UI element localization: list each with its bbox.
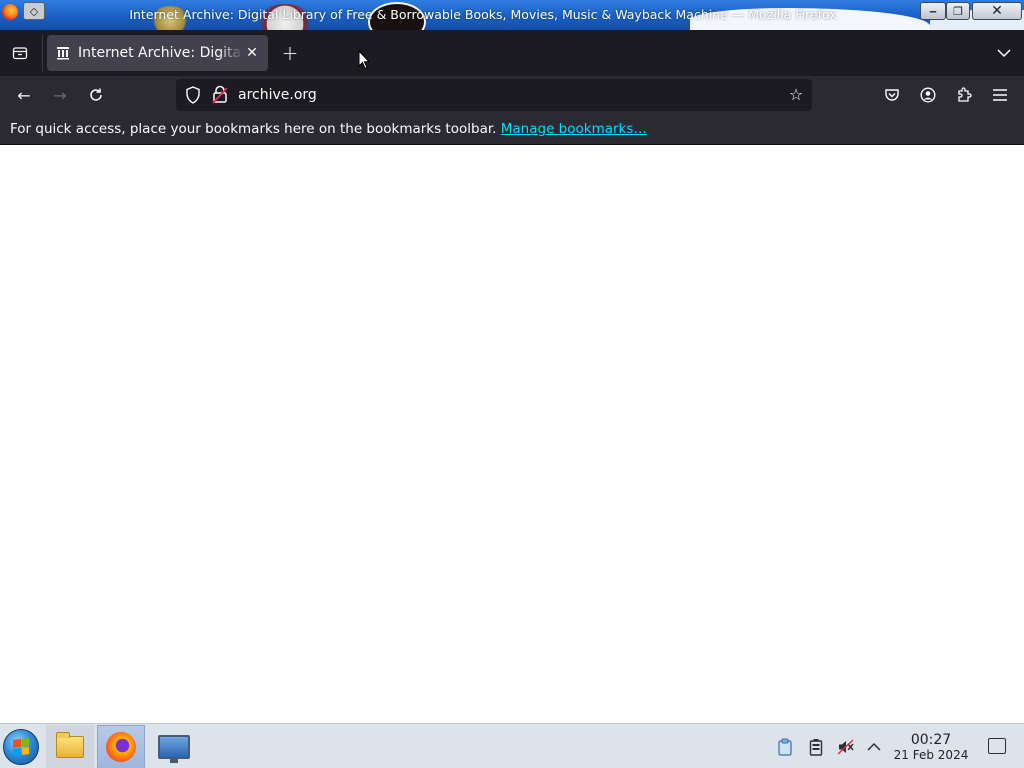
minimize-button[interactable]: ‒ xyxy=(920,2,946,20)
extensions-button[interactable] xyxy=(952,83,976,107)
account-button[interactable] xyxy=(916,83,940,107)
firefox-view-button[interactable] xyxy=(8,41,32,65)
bookmarks-toolbar: For quick access, place your bookmarks h… xyxy=(0,114,1024,145)
tracking-protection-icon[interactable] xyxy=(184,86,202,104)
taskbar-file-manager[interactable] xyxy=(46,725,94,768)
start-menu-button[interactable] xyxy=(3,729,39,765)
battery-icon[interactable] xyxy=(806,737,826,757)
maximize-button[interactable]: ❐ xyxy=(946,2,970,20)
windows-logo-icon xyxy=(13,738,29,756)
folder-icon xyxy=(56,732,84,758)
reload-button[interactable] xyxy=(84,83,108,107)
window-title: Internet Archive: Digital Library of Fre… xyxy=(129,7,837,22)
close-tab-icon[interactable]: ✕ xyxy=(242,43,262,63)
tab-label: Internet Archive: Digital Library of Fre… xyxy=(78,45,243,61)
close-window-button[interactable]: ✕ xyxy=(972,2,1022,20)
page-content[interactable] xyxy=(0,145,1024,723)
bookmark-star-icon[interactable]: ☆ xyxy=(786,85,806,105)
bookmarks-empty-text: For quick access, place your bookmarks h… xyxy=(10,121,497,137)
clock-date: 21 Feb 2024 xyxy=(893,748,969,762)
monitor-icon xyxy=(158,735,190,763)
chevron-up-icon[interactable] xyxy=(864,737,884,757)
system-clock[interactable]: 00:27 21 Feb 2024 xyxy=(888,732,974,762)
volume-muted-icon[interactable] xyxy=(836,737,856,757)
firefox-icon xyxy=(106,732,136,762)
tab-strip-separator xyxy=(42,34,43,72)
reload-icon xyxy=(90,88,102,101)
app-menu-button[interactable] xyxy=(988,83,1012,107)
forward-button[interactable]: → xyxy=(48,83,72,107)
taskbar-system-monitor[interactable] xyxy=(150,725,198,768)
clock-time: 00:27 xyxy=(910,732,952,748)
bookmarks-toolbar-message: For quick access, place your bookmarks h… xyxy=(10,121,647,137)
taskbar-firefox[interactable] xyxy=(97,725,145,768)
pocket-icon xyxy=(885,89,899,101)
pocket-button[interactable] xyxy=(880,83,904,107)
list-all-tabs-button[interactable] xyxy=(992,41,1016,65)
navigation-toolbar: ← → archive.org ☆ xyxy=(0,76,1024,114)
window-titlebar[interactable]: ◇ Internet Archive: Digital Library of F… xyxy=(0,0,1024,30)
new-tab-button[interactable]: + xyxy=(278,41,302,65)
museum-icon xyxy=(56,46,70,60)
back-button[interactable]: ← xyxy=(12,83,36,107)
show-desktop-button[interactable] xyxy=(988,738,1006,754)
clipboard-icon[interactable] xyxy=(775,737,795,757)
account-icon xyxy=(920,87,936,103)
url-bar[interactable]: archive.org ☆ xyxy=(176,79,812,111)
mouse-cursor-icon xyxy=(358,50,370,70)
firefox-view-icon xyxy=(12,47,28,60)
chevron-down-icon xyxy=(997,49,1011,58)
url-text[interactable]: archive.org xyxy=(238,87,317,103)
taskbar: 00:27 21 Feb 2024 xyxy=(0,723,1024,768)
tab-strip: Internet Archive: Digital Library of Fre… xyxy=(0,30,1024,76)
puzzle-icon xyxy=(958,87,972,102)
hamburger-menu-icon xyxy=(993,89,1007,101)
insecure-lock-icon[interactable] xyxy=(212,85,228,105)
tab-internet-archive[interactable]: Internet Archive: Digital Library of Fre… xyxy=(47,35,268,71)
manage-bookmarks-link[interactable]: Manage bookmarks… xyxy=(501,121,647,137)
